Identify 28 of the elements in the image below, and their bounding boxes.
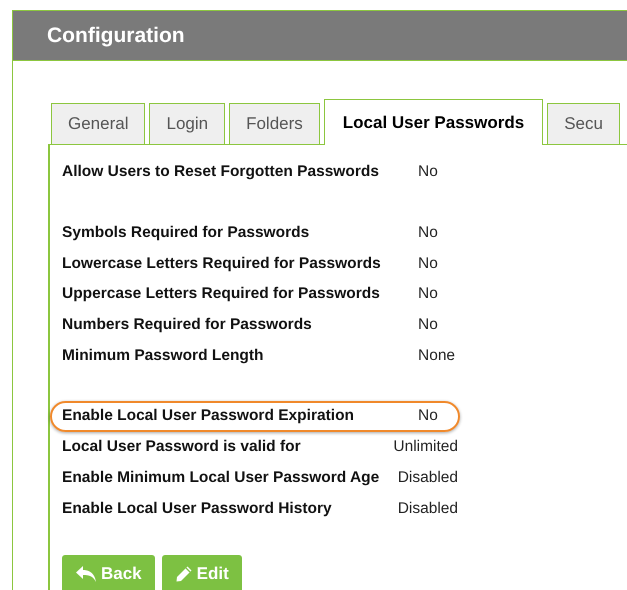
tab[interactable]: General [51,103,146,144]
tab[interactable]: Secu [547,103,620,144]
reply-arrow-icon [75,565,97,584]
setting-value: No [418,224,438,242]
setting-value: No [418,316,438,334]
setting-value: No [418,254,438,273]
setting-value: Unlimited [393,438,458,456]
setting-label: Enable Local User Password History [62,500,333,518]
setting-label: Uppercase Letters Required for Passwords [62,285,381,304]
setting-label: Lowercase Letters Required for Passwords [62,254,382,273]
pencil-icon [174,565,193,584]
page-title: Configuration [47,24,185,48]
tab[interactable]: Folders [229,103,320,144]
setting-value: Disabled [398,468,458,487]
setting-value: No [418,285,438,304]
setting-label: Local User Password is valid for [62,438,302,456]
setting-label: Enable Minimum Local User Password Age [62,468,380,487]
setting-label: Symbols Required for Passwords [62,224,310,242]
setting-value: None [418,346,456,365]
setting-value: No [418,163,438,182]
tab[interactable]: Login [149,103,226,144]
setting-label: Numbers Required for Passwords [62,316,313,334]
tab[interactable]: Local User Passwords [324,99,544,145]
setting-value: Disabled [398,500,458,518]
setting-value: No [418,407,438,426]
setting-label: Minimum Password Length [62,346,265,365]
setting-label: Enable Local User Password Expiration [62,407,356,426]
setting-label: Allow Users to Reset Forgotten Passwords [62,163,380,182]
